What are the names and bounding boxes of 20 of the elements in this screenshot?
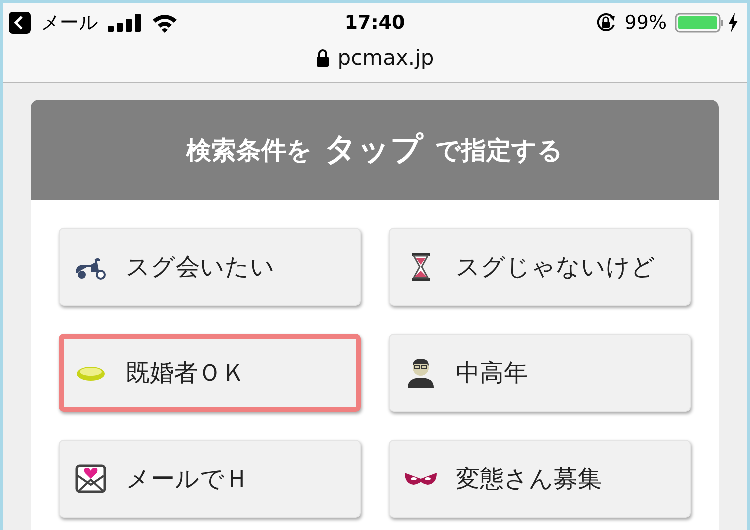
filter-option-button[interactable]: 中高年	[389, 334, 691, 412]
heart-envelope-icon	[74, 462, 108, 496]
battery-charging-icon	[675, 12, 741, 34]
wifi-icon	[152, 13, 178, 33]
header-title-start: 検索条件を	[186, 134, 312, 166]
back-app-label[interactable]: メール	[41, 10, 98, 36]
filter-option-button[interactable]: スグ会いたい	[59, 228, 361, 306]
header-title-end: で指定する	[436, 134, 564, 166]
filter-option-button[interactable]: スグじゃないけど	[389, 228, 691, 306]
status-time: 17:40	[344, 12, 406, 34]
battery-percent: 99%	[624, 12, 667, 34]
filter-option-button[interactable]: 変態さん募集	[389, 440, 691, 518]
header-title-emphasis: タップ	[324, 129, 424, 170]
back-icon[interactable]	[9, 12, 31, 34]
lock-icon	[316, 49, 330, 67]
filter-option-button[interactable]: 既婚者ＯＫ	[59, 334, 361, 412]
rotation-lock-icon	[594, 12, 617, 34]
filter-option-button[interactable]: メールでＨ	[59, 440, 361, 518]
signal-icon	[108, 14, 142, 32]
url-text[interactable]: pcmax.jp	[338, 46, 434, 70]
